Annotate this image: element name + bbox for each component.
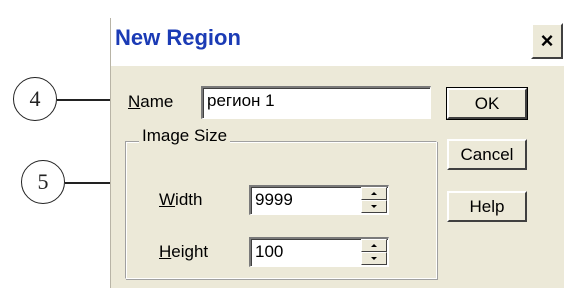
spin-up-icon bbox=[371, 192, 377, 195]
name-label: Name bbox=[128, 92, 173, 112]
width-stepper: 9999 bbox=[249, 185, 389, 215]
height-increment-button[interactable] bbox=[361, 239, 387, 252]
dialog-title: New Region bbox=[115, 25, 241, 50]
width-increment-button[interactable] bbox=[361, 187, 387, 200]
height-label-rest: eight bbox=[171, 242, 209, 261]
close-icon: × bbox=[540, 28, 554, 53]
image-size-group-title: Image Size bbox=[139, 126, 231, 146]
callout-5: 5 bbox=[21, 160, 65, 204]
close-button[interactable]: × bbox=[531, 23, 563, 59]
height-label: Height bbox=[159, 242, 208, 262]
spin-down-icon bbox=[371, 257, 377, 260]
spin-down-icon bbox=[371, 205, 377, 208]
width-label: Width bbox=[159, 190, 202, 210]
width-label-mnemonic: W bbox=[159, 190, 176, 209]
name-input[interactable]: регион 1 bbox=[201, 86, 431, 119]
help-button[interactable]: Help bbox=[447, 191, 527, 222]
title-bar: New Region × bbox=[111, 18, 564, 66]
name-label-mnemonic: N bbox=[128, 92, 141, 111]
height-label-mnemonic: H bbox=[159, 242, 172, 261]
name-label-rest: ame bbox=[140, 92, 174, 111]
spin-up-icon bbox=[371, 244, 377, 247]
height-spin-buttons bbox=[361, 239, 387, 265]
ok-button[interactable]: OK bbox=[446, 87, 528, 120]
height-stepper: 100 bbox=[249, 237, 389, 267]
width-spin-buttons bbox=[361, 187, 387, 213]
height-decrement-button[interactable] bbox=[361, 252, 387, 265]
width-decrement-button[interactable] bbox=[361, 200, 387, 213]
cancel-button[interactable]: Cancel bbox=[447, 139, 527, 170]
width-label-rest: idth bbox=[175, 190, 203, 209]
callout-4: 4 bbox=[13, 77, 57, 121]
new-region-dialog: New Region × Name регион 1 Image Size Wi… bbox=[110, 18, 564, 288]
